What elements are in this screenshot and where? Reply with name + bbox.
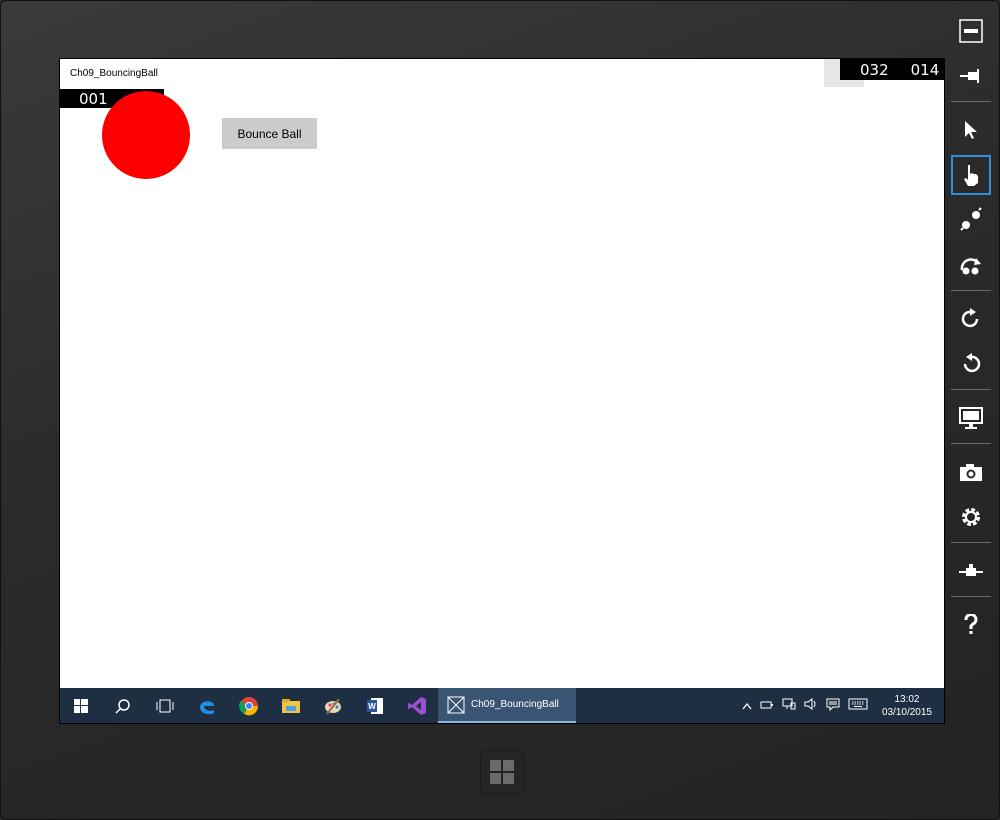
mouse-mode-icon[interactable]: [951, 110, 991, 150]
toolbar-divider: [951, 443, 991, 444]
action-center-icon[interactable]: [826, 698, 840, 714]
simulator-frame: Ch09_BouncingBall 001 000 032 014 Bounce…: [0, 0, 1000, 820]
power-icon[interactable]: [760, 699, 774, 713]
paint-icon[interactable]: [312, 688, 354, 723]
simulator-toolbar: [947, 11, 995, 650]
rotate-counterclockwise-icon[interactable]: [951, 344, 991, 384]
windows-logo-icon: [490, 760, 514, 784]
svg-text:W: W: [368, 702, 376, 711]
word-icon[interactable]: W: [354, 688, 396, 723]
touch-mode-icon[interactable]: [951, 155, 991, 195]
chevron-up-icon[interactable]: [742, 699, 752, 713]
app-tile-icon: [447, 696, 465, 713]
counter-right-value-a: 032: [860, 60, 889, 79]
keyboard-icon[interactable]: [848, 698, 868, 713]
pin-icon[interactable]: [951, 56, 991, 96]
network-icon[interactable]: [782, 698, 796, 713]
camera-icon[interactable]: [951, 452, 991, 492]
counter-right-value-b: 014: [910, 60, 940, 79]
network-settings-icon[interactable]: [951, 551, 991, 591]
toolbar-divider: [951, 542, 991, 543]
toolbar-divider: [951, 290, 991, 291]
toolbar-divider: [951, 389, 991, 390]
device-screen: Ch09_BouncingBall 001 000 032 014 Bounce…: [59, 58, 945, 724]
app-title: Ch09_BouncingBall: [70, 68, 158, 79]
gear-icon[interactable]: [951, 497, 991, 537]
clock-time: 13:02: [894, 693, 920, 705]
help-icon[interactable]: [951, 605, 991, 645]
pinch-zoom-icon[interactable]: [951, 200, 991, 240]
windows-hardware-button[interactable]: [480, 750, 524, 794]
bouncing-ball: [102, 91, 190, 179]
toolbar-divider: [951, 596, 991, 597]
rotate-clockwise-icon[interactable]: [951, 299, 991, 339]
search-icon[interactable]: [102, 688, 144, 723]
frame-counter-right: 032 014: [840, 59, 944, 80]
bounce-ball-button[interactable]: Bounce Ball: [222, 118, 317, 149]
change-resolution-icon[interactable]: [951, 398, 991, 438]
taskbar: W Ch09_BouncingBall 13:02 03/10/2015: [60, 688, 944, 723]
clock-date: 03/10/2015: [881, 706, 932, 718]
taskbar-active-app[interactable]: Ch09_BouncingBall: [438, 688, 576, 723]
volume-icon[interactable]: [804, 698, 818, 713]
visual-studio-icon[interactable]: [396, 688, 438, 723]
rotate-gesture-icon[interactable]: [951, 245, 991, 285]
task-view-icon[interactable]: [144, 688, 186, 723]
edge-icon[interactable]: [186, 688, 228, 723]
chrome-icon[interactable]: [228, 688, 270, 723]
taskbar-clock[interactable]: 13:02 03/10/2015: [882, 693, 932, 719]
file-explorer-icon[interactable]: [270, 688, 312, 723]
minimize-icon[interactable]: [951, 11, 991, 51]
taskbar-active-app-label: Ch09_BouncingBall: [471, 699, 559, 710]
system-tray: 13:02 03/10/2015: [742, 693, 944, 719]
toolbar-divider: [951, 101, 991, 102]
counter-left-value-a: 001: [79, 89, 108, 108]
windows-start-icon[interactable]: [60, 688, 102, 723]
